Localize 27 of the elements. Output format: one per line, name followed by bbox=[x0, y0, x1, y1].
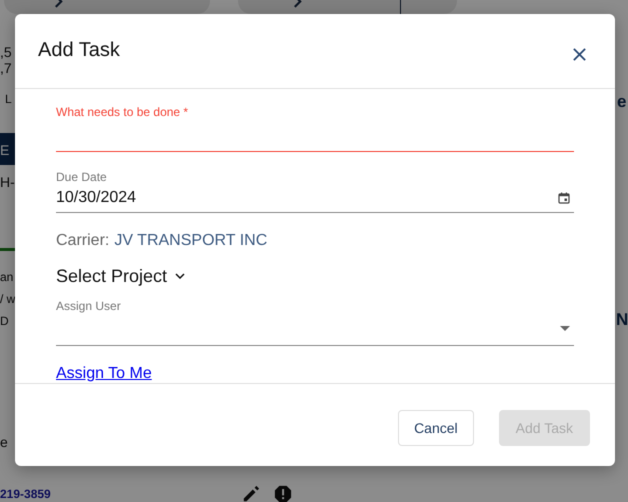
dialog-button[interactable]: Cancel bbox=[398, 410, 474, 446]
assign-to-me-link[interactable]: Assign To Me bbox=[56, 364, 152, 383]
project-dropdown[interactable]: Select Project bbox=[56, 266, 186, 287]
dropdown-arrow-icon[interactable] bbox=[560, 326, 570, 332]
background-text: 219-3859 bbox=[0, 487, 51, 501]
background-text: / w bbox=[0, 292, 16, 306]
background-text: L bbox=[5, 92, 12, 106]
background-text: N bbox=[616, 310, 628, 330]
background-text: ,5 bbox=[0, 44, 12, 60]
calendar-icon[interactable] bbox=[558, 192, 570, 204]
background-text: an bbox=[0, 270, 14, 284]
close-icon[interactable] bbox=[572, 47, 587, 62]
background-text: D bbox=[0, 314, 9, 328]
task-input-field[interactable]: What needs to be done * bbox=[56, 104, 574, 152]
background-text: ,7 bbox=[0, 60, 12, 76]
chevron-icon bbox=[175, 273, 186, 280]
background-text: H- bbox=[0, 174, 15, 190]
pencil-icon[interactable] bbox=[242, 485, 260, 502]
carrier-name: JV TRANSPORT INC bbox=[114, 232, 268, 250]
dialog-title: Add Task bbox=[38, 39, 120, 62]
assign-user-select[interactable]: Assign User bbox=[56, 298, 574, 346]
due-date-field[interactable]: Due Date 10/30/2024 bbox=[56, 170, 574, 213]
background-text: e bbox=[617, 92, 626, 112]
alert-icon[interactable] bbox=[274, 485, 292, 502]
background-text: E bbox=[0, 142, 10, 158]
background-text: e bbox=[0, 434, 8, 450]
carrier-label: Carrier: bbox=[56, 232, 110, 250]
